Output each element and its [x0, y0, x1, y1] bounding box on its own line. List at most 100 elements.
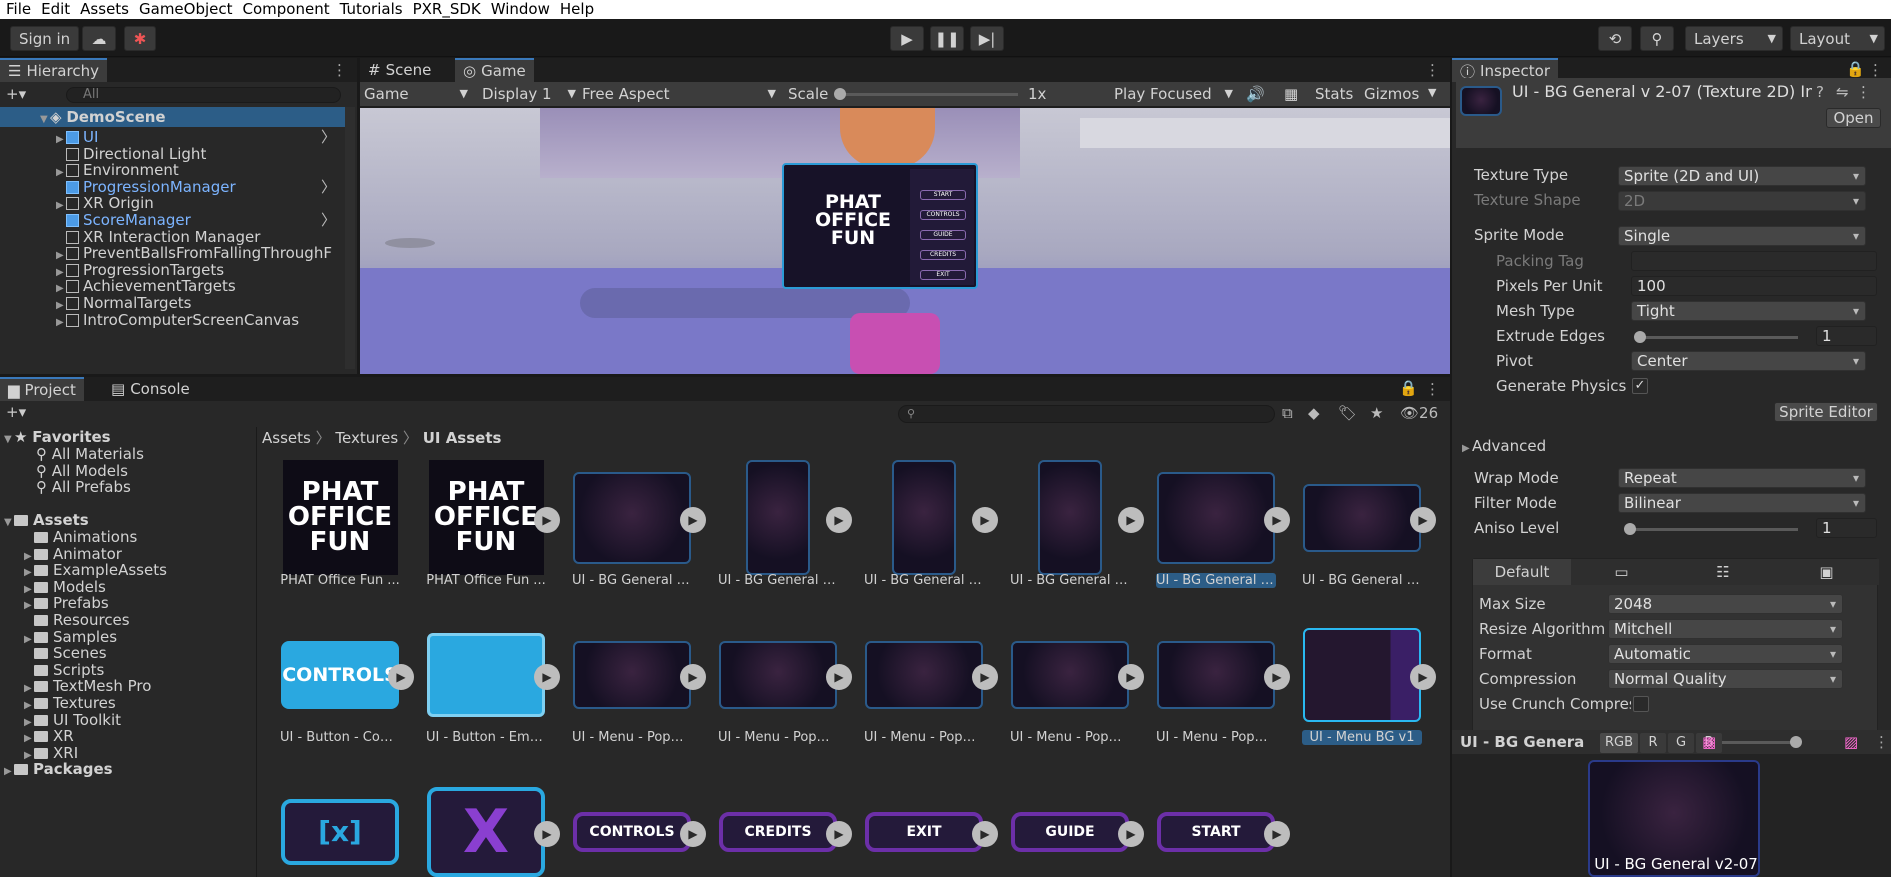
layers-dropdown[interactable]: Layers ▼ [1685, 26, 1783, 51]
asset-item[interactable]: [x] [280, 779, 400, 877]
expand-sprite-icon[interactable]: ▶ [680, 507, 706, 533]
expand-sprite-icon[interactable]: ▶ [1410, 664, 1436, 690]
expand-sprite-icon[interactable]: ▶ [826, 821, 852, 847]
asset-item[interactable]: UI - BG General v... ▶ [1156, 465, 1290, 605]
asset-item[interactable]: UI - Menu - PopU... ▶ [718, 622, 852, 762]
ppu-field[interactable]: 100 [1631, 276, 1877, 296]
tab-server[interactable]: ☷ [1672, 559, 1774, 585]
sprite-mode-dropdown[interactable]: Single [1618, 226, 1866, 246]
search-icon[interactable]: ⚲ [1640, 26, 1674, 51]
aspect-dropdown[interactable]: Free Aspect ▼ [580, 84, 780, 104]
asset-item[interactable]: START ▶ [1156, 779, 1290, 877]
format-dropdown[interactable]: Automatic [1608, 644, 1843, 664]
game-viewport[interactable]: PHAT OFFICE FUN START CONTROLS GUIDE CREDIT… [360, 108, 1450, 374]
menu-window[interactable]: Window [485, 0, 550, 19]
expand-sprite-icon[interactable]: ▶ [972, 821, 998, 847]
tab-project[interactable]: ▆ Project [0, 377, 84, 401]
asset-item[interactable]: CREDITS ▶ [718, 779, 852, 877]
help-icon[interactable]: ? [1816, 83, 1824, 101]
asset-item[interactable]: GUIDE ▶ [1010, 779, 1144, 877]
asset-item[interactable]: UI - BG General v... ▶ [1010, 460, 1144, 605]
pause-button[interactable]: ❚❚ [930, 26, 964, 51]
filter-icon[interactable]: ⧉ [1282, 404, 1293, 422]
expand-sprite-icon[interactable]: ▶ [972, 507, 998, 533]
tab-console[interactable]: ▤ Console [103, 377, 198, 401]
more-icon[interactable]: ⋮ [1856, 83, 1871, 101]
play-button[interactable]: ▶ [890, 26, 924, 51]
expand-sprite-icon[interactable]: ▶ [680, 664, 706, 690]
more-icon[interactable]: ⋮ [1874, 733, 1889, 751]
expand-sprite-icon[interactable]: ▶ [972, 664, 998, 690]
menu-tutorials[interactable]: Tutorials [334, 0, 403, 19]
channel-g-button[interactable]: G [1668, 733, 1694, 753]
step-button[interactable]: ▶| [970, 26, 1004, 51]
hidden-count[interactable]: 👁26 [1400, 404, 1438, 422]
hierarchy-scrollbar[interactable] [345, 107, 355, 369]
gizmos-button[interactable]: Gizmos [1364, 85, 1419, 103]
menu-component[interactable]: Component [237, 0, 330, 19]
expand-sprite-icon[interactable]: ▶ [534, 507, 560, 533]
texture-type-dropdown[interactable]: Sprite (2D and UI) [1618, 166, 1866, 186]
scene-row[interactable]: ▼ ◈ DemoScene [0, 107, 345, 127]
history-icon[interactable]: ⟲ [1598, 26, 1632, 51]
channel-r-button[interactable]: R [1640, 733, 1666, 753]
aniso-field[interactable]: 1 [1816, 518, 1877, 538]
expand-sprite-icon[interactable]: ▶ [1118, 507, 1144, 533]
advanced-foldout[interactable]: ▶ Advanced [1462, 437, 1546, 455]
expand-sprite-icon[interactable]: ▶ [1118, 821, 1144, 847]
filter-mode-dropdown[interactable]: Bilinear [1618, 493, 1866, 513]
asset-item[interactable]: UI - Menu - PopU... ▶ [1010, 622, 1144, 762]
hierarchy-item[interactable]: ▶ IntroComputerScreenCanvas [0, 310, 340, 330]
asset-item[interactable]: UI - Menu - PopU... ▶ [1156, 622, 1290, 762]
mip-slider[interactable] [1722, 736, 1802, 748]
expand-sprite-icon[interactable]: ▶ [826, 507, 852, 533]
hierarchy-search[interactable]: All [66, 87, 341, 103]
max-size-dropdown[interactable]: 2048 [1608, 594, 1843, 614]
breadcrumb-ui-assets[interactable]: UI Assets [423, 429, 502, 447]
star-icon[interactable]: ★ [1370, 404, 1383, 422]
cloud-icon[interactable]: ☁ [82, 26, 116, 51]
lock-icon[interactable]: 🔒 [1846, 60, 1865, 78]
favorite-item[interactable]: ⚲ All Prefabs [36, 477, 131, 497]
audio-icon[interactable]: 🔊 [1246, 85, 1265, 103]
more-icon[interactable]: ⋮ [332, 61, 347, 79]
add-icon[interactable]: +▾ [6, 85, 26, 103]
stats-button[interactable]: Stats [1315, 85, 1353, 103]
pivot-dropdown[interactable]: Center [1631, 351, 1866, 371]
expand-sprite-icon[interactable]: ▶ [826, 664, 852, 690]
extrude-field[interactable]: 1 [1816, 326, 1877, 346]
tab-game[interactable]: ◎ Game [455, 58, 534, 82]
packing-tag-field[interactable] [1631, 251, 1877, 271]
asset-item[interactable]: UI - Menu BG v1 ▶ [1302, 622, 1436, 762]
asset-item[interactable]: X ▶ [426, 779, 560, 877]
tab-android[interactable]: ▣ [1774, 559, 1879, 585]
expand-sprite-icon[interactable]: ▶ [1410, 507, 1436, 533]
asset-item[interactable]: CONTROLS UI - Button - Con... ▶ [280, 622, 414, 762]
crunch-checkbox[interactable] [1633, 696, 1649, 712]
extrude-slider[interactable] [1634, 331, 1798, 343]
generate-physics-checkbox[interactable]: ✓ [1632, 378, 1648, 394]
lock-icon[interactable]: 🔒 [1399, 379, 1418, 397]
settings-icon[interactable]: ⇋ [1836, 83, 1849, 101]
expand-sprite-icon[interactable]: ▶ [1264, 821, 1290, 847]
asset-item[interactable]: PHAT OFFICE FUN PHAT Office Fun ... [280, 460, 400, 605]
asset-item[interactable]: UI - Menu - PopU... ▶ [864, 622, 998, 762]
type-filter-icon[interactable]: ◆ [1308, 404, 1320, 422]
gizmos-dropdown-icon[interactable]: ▼ [1428, 86, 1436, 99]
expand-sprite-icon[interactable]: ▶ [1264, 664, 1290, 690]
breadcrumb-assets[interactable]: Assets [262, 429, 311, 447]
expand-sprite-icon[interactable]: ▶ [680, 821, 706, 847]
menu-edit[interactable]: Edit [35, 0, 70, 19]
tab-hierarchy[interactable]: ☰ Hierarchy [0, 58, 107, 82]
asset-item[interactable]: UI - Menu - PopU... ▶ [572, 622, 706, 762]
asset-item[interactable]: UI - BG General v... ▶ [1302, 465, 1436, 605]
menu-file[interactable]: File [0, 0, 31, 19]
play-focused-dropdown[interactable]: Play Focused ▼ [1112, 84, 1237, 104]
sign-in-button[interactable]: Sign in [10, 26, 80, 51]
add-icon[interactable]: +▾ [6, 403, 26, 421]
expand-sprite-icon[interactable]: ▶ [1118, 664, 1144, 690]
more-icon[interactable]: ⋮ [1425, 61, 1440, 79]
asset-item[interactable]: EXIT ▶ [864, 779, 998, 877]
expand-sprite-icon[interactable]: ▶ [534, 664, 560, 690]
tab-scene[interactable]: # Scene [360, 58, 439, 82]
